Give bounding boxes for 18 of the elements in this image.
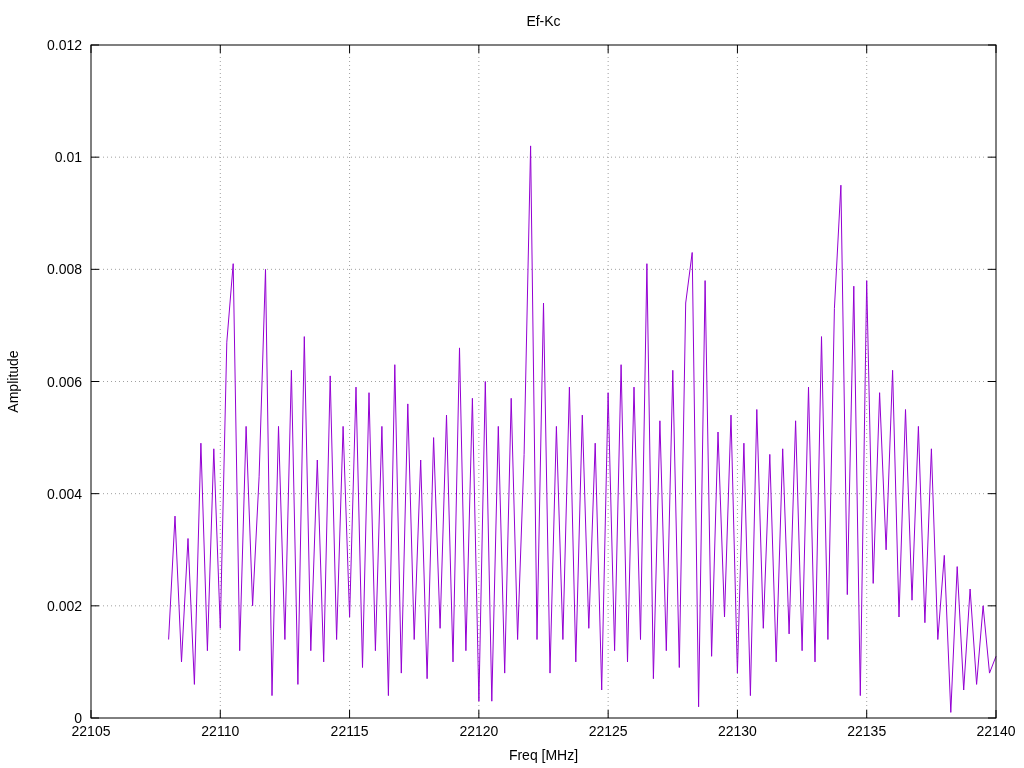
y-tick-label: 0.006 (46, 373, 82, 390)
x-tick-label: 22140 (976, 723, 1016, 739)
x-tick-label: 22105 (71, 723, 111, 739)
x-tick-label: 22120 (459, 723, 499, 739)
x-tick-label: 22135 (847, 723, 887, 739)
y-tick-label: 0.01 (54, 149, 82, 166)
x-tick-label: 22115 (330, 723, 369, 739)
y-tick-label: 0.002 (46, 597, 82, 614)
x-tick-label: 22125 (588, 723, 628, 739)
chart-title: Ef-Kc (526, 13, 561, 29)
y-tick-label: 0.012 (46, 37, 82, 53)
y-tick-label: 0.004 (46, 485, 82, 502)
x-tick-label: 22130 (717, 723, 757, 739)
x-tick-label: 22110 (201, 723, 240, 739)
y-tick-label: 0.008 (46, 261, 82, 278)
y-tick-label: 0 (74, 710, 82, 726)
x-axis-label: Freq [MHz] (508, 747, 579, 763)
y-axis-label: Amplitude (5, 350, 21, 413)
